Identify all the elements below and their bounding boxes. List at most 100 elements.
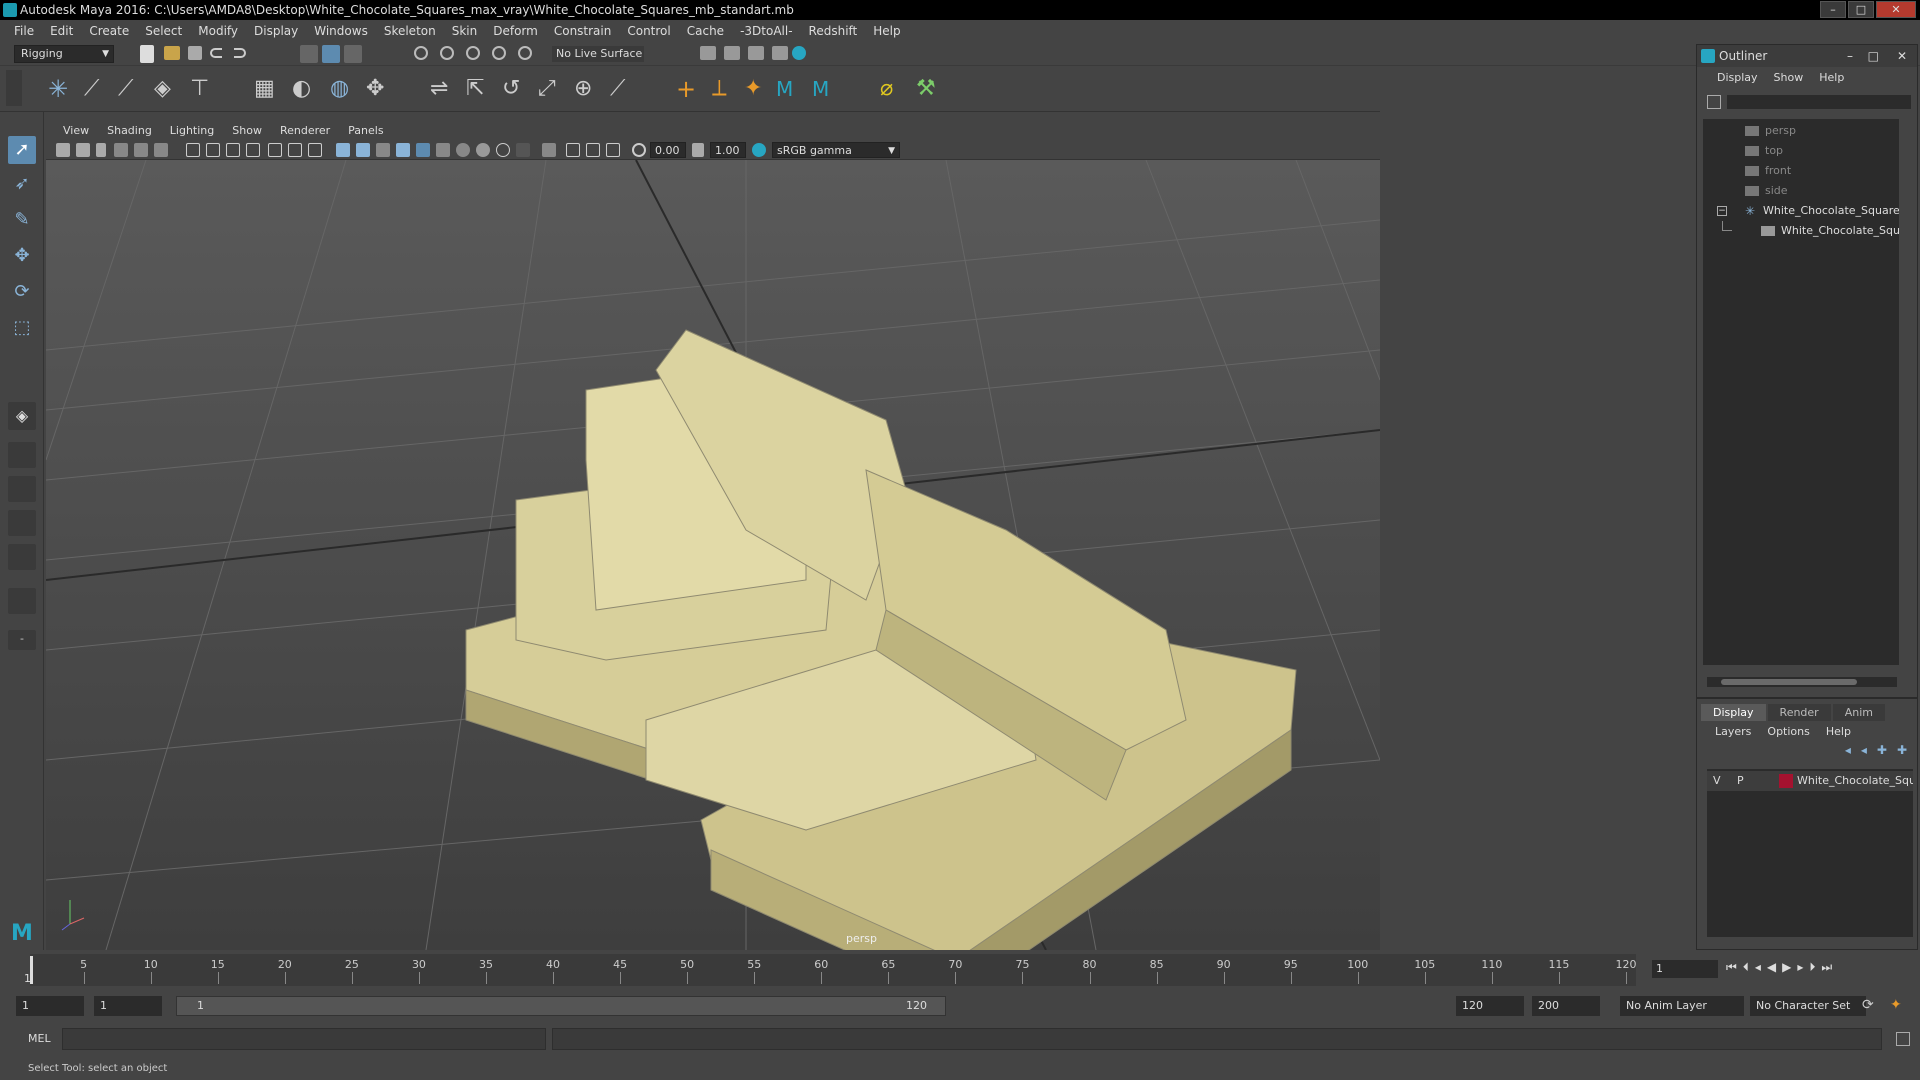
- filter-icon[interactable]: [1707, 95, 1721, 109]
- layer-playback-toggle[interactable]: P: [1737, 771, 1744, 791]
- command-input[interactable]: [62, 1028, 546, 1050]
- human-ik-icon[interactable]: ✦: [744, 76, 770, 102]
- panel-menu-panels[interactable]: Panels: [339, 124, 392, 137]
- playback-end-field[interactable]: 120: [1456, 996, 1524, 1016]
- outliner-search-input[interactable]: [1727, 95, 1911, 109]
- maximize-button[interactable]: □: [1848, 1, 1874, 18]
- snap-live-surface-icon[interactable]: [518, 46, 532, 60]
- panel-menu-renderer[interactable]: Renderer: [271, 124, 339, 137]
- close-icon[interactable]: ✕: [1897, 45, 1907, 67]
- perspective-viewport[interactable]: persp: [46, 160, 1380, 950]
- animation-start-field[interactable]: 1: [16, 996, 84, 1016]
- gamma-field[interactable]: 1.00: [710, 142, 746, 158]
- gate-mask-icon[interactable]: [246, 143, 260, 157]
- snap-grid-icon[interactable]: [414, 46, 428, 60]
- timeline-track[interactable]: 5 10 15 20 25 30 35 40 45 50 55 60 65 70 75 80 85 90 95 100…: [30, 954, 1637, 986]
- wireframe-on-shaded-icon[interactable]: [376, 143, 390, 157]
- isolate-select-icon[interactable]: [542, 143, 556, 157]
- xray-icon[interactable]: [566, 143, 580, 157]
- menu-deform[interactable]: Deform: [485, 24, 546, 38]
- smooth-shade-icon[interactable]: [356, 143, 370, 157]
- outliner-item-group[interactable]: − ✳ White_Chocolate_Squares: [1703, 201, 1899, 221]
- maya-logo-tool-2-icon[interactable]: M: [812, 76, 838, 102]
- outliner-scrollbar[interactable]: [1707, 677, 1897, 687]
- point-constraint-icon[interactable]: ⇌: [430, 76, 456, 102]
- anim-layer-dropdown[interactable]: No Anim Layer: [1620, 996, 1744, 1016]
- layer-menu-layers[interactable]: Layers: [1707, 725, 1759, 738]
- scale-constraint-icon[interactable]: ⤢: [538, 76, 564, 102]
- layer-menu-help[interactable]: Help: [1818, 725, 1859, 738]
- paint-tool-icon[interactable]: ⌀: [880, 76, 906, 102]
- snap-point-icon[interactable]: [466, 46, 480, 60]
- play-forwards-icon[interactable]: ▶: [1782, 960, 1791, 975]
- paint-weights-icon[interactable]: ◐: [292, 76, 318, 102]
- character-set-dropdown[interactable]: No Character Set: [1750, 996, 1866, 1016]
- go-to-end-icon[interactable]: ⏭: [1821, 960, 1832, 975]
- shadows-icon[interactable]: [436, 143, 450, 157]
- open-scene-icon[interactable]: [164, 46, 180, 60]
- move-layer-up-icon[interactable]: ◂: [1845, 743, 1851, 757]
- range-bar[interactable]: 1 120: [176, 996, 946, 1016]
- outliner-item-mesh[interactable]: White_Chocolate_Squ: [1703, 221, 1899, 241]
- single-view-layout-icon[interactable]: ◈: [8, 402, 36, 430]
- menu-cache[interactable]: Cache: [679, 24, 732, 38]
- outliner-menu-display[interactable]: Display: [1709, 71, 1766, 84]
- auto-key-icon[interactable]: ⟳: [1862, 997, 1874, 1013]
- menu-select[interactable]: Select: [137, 24, 190, 38]
- bookmark-icon[interactable]: [96, 143, 106, 157]
- animation-preferences-icon[interactable]: ✦: [1890, 997, 1902, 1013]
- menu-skeleton[interactable]: Skeleton: [376, 24, 444, 38]
- xray-components-icon[interactable]: [606, 143, 620, 157]
- scale-tool-icon[interactable]: ⬚: [8, 314, 36, 342]
- outliner-persp-layout-icon[interactable]: [8, 510, 36, 536]
- playback-start-field[interactable]: 1: [94, 996, 162, 1016]
- graph-persp-layout-icon[interactable]: [8, 544, 36, 570]
- select-tool-icon[interactable]: ➚: [8, 136, 36, 164]
- lasso-tool-icon[interactable]: ➶: [8, 170, 36, 198]
- menu-set-dropdown[interactable]: Rigging ▼: [14, 45, 114, 63]
- render-view-icon[interactable]: [792, 46, 806, 60]
- xray-joints-icon[interactable]: [586, 143, 600, 157]
- move-tool-icon[interactable]: ✥: [8, 242, 36, 270]
- field-chart-icon[interactable]: [268, 143, 282, 157]
- parent-constraint-icon[interactable]: ⊕: [574, 76, 600, 102]
- panel-menu-shading[interactable]: Shading: [98, 124, 161, 137]
- layer-menu-options[interactable]: Options: [1759, 725, 1817, 738]
- tab-anim[interactable]: Anim: [1832, 704, 1885, 721]
- ik-handle-icon[interactable]: ⟋: [84, 76, 110, 102]
- maximize-icon[interactable]: □: [1868, 45, 1879, 67]
- joint-tool-icon[interactable]: ✳: [48, 76, 74, 102]
- resolution-gate-icon[interactable]: [226, 143, 240, 157]
- pole-vector-icon[interactable]: ⟋: [610, 76, 636, 102]
- outliner-item-top[interactable]: top: [1703, 141, 1899, 161]
- menu-create[interactable]: Create: [81, 24, 137, 38]
- new-layer-icon[interactable]: ✚: [1877, 743, 1887, 757]
- outliner-item-front[interactable]: front: [1703, 161, 1899, 181]
- hypershade-layout-icon[interactable]: [8, 588, 36, 614]
- outliner-menu-help[interactable]: Help: [1811, 71, 1852, 84]
- four-view-layout-icon[interactable]: [8, 442, 36, 468]
- menu-redshift[interactable]: Redshift: [801, 24, 866, 38]
- select-object-icon[interactable]: [322, 45, 340, 63]
- play-backwards-icon[interactable]: ◀: [1767, 960, 1776, 975]
- menu-windows[interactable]: Windows: [306, 24, 376, 38]
- menu-help[interactable]: Help: [865, 24, 908, 38]
- shelf-options-icon[interactable]: [6, 70, 22, 106]
- safe-action-icon[interactable]: [288, 143, 302, 157]
- camera-select-icon[interactable]: [56, 143, 70, 157]
- tab-display[interactable]: Display: [1701, 704, 1766, 721]
- paint-select-tool-icon[interactable]: ✎: [8, 206, 36, 234]
- use-all-lights-icon[interactable]: [416, 143, 430, 157]
- screen-space-ao-icon[interactable]: [456, 143, 470, 157]
- collapse-icon[interactable]: −: [1717, 206, 1727, 216]
- layer-color-swatch[interactable]: [1779, 774, 1793, 788]
- rotate-tool-icon[interactable]: ⟳: [8, 278, 36, 306]
- image-plane-icon[interactable]: [114, 143, 128, 157]
- current-frame-field[interactable]: 1: [1652, 960, 1718, 978]
- new-layer-selected-icon[interactable]: ✚: [1897, 743, 1907, 757]
- step-back-key-icon[interactable]: ⏴: [1743, 960, 1749, 975]
- wireframe-icon[interactable]: [336, 143, 350, 157]
- panel-menu-show[interactable]: Show: [223, 124, 271, 137]
- close-button[interactable]: ✕: [1876, 1, 1916, 18]
- panel-menu-lighting[interactable]: Lighting: [161, 124, 223, 137]
